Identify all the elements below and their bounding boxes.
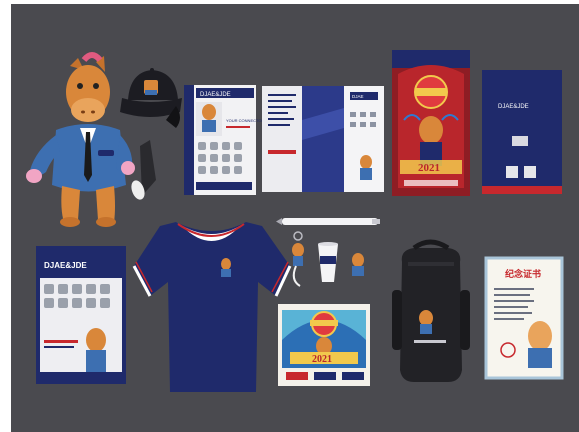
trifold-brochure: DJAE — [262, 86, 384, 192]
booklet-logo: DJAE&JDE — [200, 92, 231, 98]
pin-badge — [352, 253, 364, 276]
poster-catalog: DJAE&JDE — [36, 246, 126, 384]
envelope-logo: DJAE&JDE — [498, 104, 529, 110]
poster-logo: DJAE&JDE — [44, 261, 87, 270]
booklet-subtitle: YOUR CONNECTOR — [226, 118, 264, 123]
red-envelope-2021: 2021 — [392, 50, 470, 196]
mousepad-2021: 2021 — [278, 304, 370, 386]
backpack — [392, 239, 470, 382]
envelope-year: 2021 — [418, 162, 440, 174]
certificate-title: 纪念证书 — [505, 268, 541, 280]
mousepad-year: 2021 — [312, 354, 332, 365]
navy-envelope: DJAE&JDE — [482, 70, 562, 194]
certificate: 纪念证书 — [484, 256, 564, 380]
pen — [276, 218, 380, 225]
product-collage: DJAE&JDE YOUR CONNECTOR DJAE 2021 DJAE&J… — [0, 0, 579, 432]
catalog-booklet: DJAE&JDE YOUR CONNECTOR — [184, 85, 264, 195]
brochure-logo: DJAE — [352, 94, 364, 99]
